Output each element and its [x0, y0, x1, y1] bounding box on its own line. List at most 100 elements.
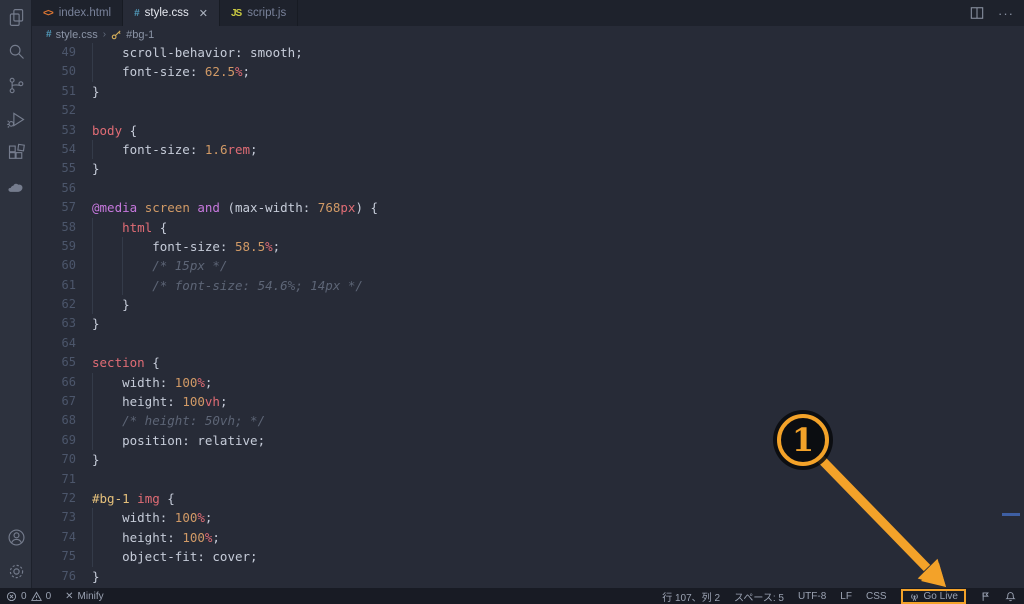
editor-actions: ··· [970, 0, 1014, 26]
source-control-icon[interactable] [0, 68, 32, 102]
line-number[interactable]: 69 [32, 431, 76, 450]
line-number[interactable]: 49 [32, 43, 76, 62]
code-line[interactable]: 60 /* 15px */ [32, 256, 1024, 275]
breadcrumb-symbol[interactable]: #bg-1 [111, 29, 154, 41]
more-actions-icon[interactable]: ··· [998, 6, 1014, 21]
line-number[interactable]: 70 [32, 450, 76, 469]
line-number[interactable]: 56 [32, 179, 76, 198]
status-feedback[interactable] [980, 591, 991, 602]
code-line[interactable]: 64 [32, 334, 1024, 353]
tab-label: index.html [59, 7, 111, 19]
line-number[interactable]: 62 [32, 295, 76, 314]
code-line[interactable]: 73 width: 100%; [32, 508, 1024, 527]
code-line[interactable]: 49 scroll-behavior: smooth; [32, 43, 1024, 62]
line-number[interactable]: 61 [32, 276, 76, 295]
code-line[interactable]: 72#bg-1 img { [32, 489, 1024, 508]
code-text: font-size: 62.5%; [92, 62, 250, 81]
status-minify[interactable]: ✕Minify [65, 591, 104, 602]
run-debug-icon[interactable] [0, 102, 32, 136]
status-cursor-position[interactable]: 行 107、列 2 [662, 589, 720, 604]
line-number[interactable]: 71 [32, 470, 76, 489]
code-line[interactable]: 77 [32, 586, 1024, 588]
status-notifications[interactable] [1005, 591, 1016, 602]
explorer-icon[interactable] [0, 0, 32, 34]
search-icon[interactable] [0, 34, 32, 68]
line-number[interactable]: 73 [32, 508, 76, 527]
status-eol[interactable]: LF [840, 591, 852, 602]
tab-style.css[interactable]: #style.css✕ [123, 0, 220, 26]
code-line[interactable]: 51} [32, 82, 1024, 101]
code-line[interactable]: 68 /* height: 50vh; */ [32, 411, 1024, 430]
indent-guide [92, 411, 93, 430]
line-number[interactable]: 64 [32, 334, 76, 353]
status-language-mode[interactable]: CSS [866, 591, 887, 602]
docker-icon[interactable] [0, 170, 32, 204]
code-line[interactable]: 53body { [32, 121, 1024, 140]
status-text: Minify [78, 591, 104, 602]
error-icon [6, 591, 17, 602]
code-line[interactable]: 75 object-fit: cover; [32, 547, 1024, 566]
code-line[interactable]: 69 position: relative; [32, 431, 1024, 450]
indent-guide [122, 276, 123, 295]
tab-script.js[interactable]: JSscript.js [220, 0, 298, 26]
status-encoding[interactable]: UTF-8 [798, 591, 826, 602]
status-label: UTF-8 [798, 591, 826, 602]
settings-gear-icon[interactable] [0, 554, 32, 588]
code-line[interactable]: 52 [32, 101, 1024, 120]
line-number[interactable]: 68 [32, 411, 76, 430]
line-number[interactable]: 66 [32, 373, 76, 392]
status-problems[interactable]: 00 [6, 591, 51, 602]
line-number[interactable]: 77 [32, 586, 76, 588]
split-editor-icon[interactable] [970, 6, 984, 20]
indent-guide [92, 140, 93, 159]
code-line[interactable]: 61 /* font-size: 54.6%; 14px */ [32, 276, 1024, 295]
code-line[interactable]: 71 [32, 470, 1024, 489]
line-number[interactable]: 72 [32, 489, 76, 508]
line-number[interactable]: 76 [32, 567, 76, 586]
line-number[interactable]: 57 [32, 198, 76, 217]
indent-guide [122, 256, 123, 275]
code-line[interactable]: 70} [32, 450, 1024, 469]
close-tab-icon[interactable]: ✕ [199, 7, 208, 20]
code-text: position: relative; [92, 431, 265, 450]
code-line[interactable]: 67 height: 100vh; [32, 392, 1024, 411]
code-line[interactable]: 62 } [32, 295, 1024, 314]
line-number[interactable]: 63 [32, 314, 76, 333]
code-line[interactable]: 74 height: 100%; [32, 528, 1024, 547]
code-line[interactable]: 66 width: 100%; [32, 373, 1024, 392]
code-line[interactable]: 58 html { [32, 218, 1024, 237]
line-number[interactable]: 75 [32, 547, 76, 566]
code-line[interactable]: 56 [32, 179, 1024, 198]
status-label: LF [840, 591, 852, 602]
code-line[interactable]: 59 font-size: 58.5%; [32, 237, 1024, 256]
status-go-live[interactable]: Go Live [901, 589, 966, 604]
line-number[interactable]: 60 [32, 256, 76, 275]
code-line[interactable]: 65section { [32, 353, 1024, 372]
line-number[interactable]: 51 [32, 82, 76, 101]
account-icon[interactable] [0, 520, 32, 554]
code-line[interactable]: 63} [32, 314, 1024, 333]
breadcrumb-file[interactable]: # style.css [46, 29, 98, 41]
code-line[interactable]: 76} [32, 567, 1024, 586]
tab-label: script.js [247, 7, 286, 19]
line-number[interactable]: 74 [32, 528, 76, 547]
line-number[interactable]: 55 [32, 159, 76, 178]
code-line[interactable]: 50 font-size: 62.5%; [32, 62, 1024, 81]
extensions-icon[interactable] [0, 136, 32, 170]
line-number[interactable]: 59 [32, 237, 76, 256]
code-line[interactable]: 57@media screen and (max-width: 768px) { [32, 198, 1024, 217]
code-editor[interactable]: 49 scroll-behavior: smooth;50 font-size:… [32, 43, 1024, 588]
annotation-step-1-badge: 1 [777, 414, 829, 466]
line-number[interactable]: 58 [32, 218, 76, 237]
line-number[interactable]: 67 [32, 392, 76, 411]
status-indentation[interactable]: スペース: 5 [734, 589, 784, 604]
line-number[interactable]: 52 [32, 101, 76, 120]
tab-index.html[interactable]: <>index.html [32, 0, 123, 26]
line-number[interactable]: 65 [32, 353, 76, 372]
line-number[interactable]: 53 [32, 121, 76, 140]
breadcrumb-separator-icon: › [103, 29, 106, 40]
line-number[interactable]: 50 [32, 62, 76, 81]
code-line[interactable]: 55} [32, 159, 1024, 178]
line-number[interactable]: 54 [32, 140, 76, 159]
code-line[interactable]: 54 font-size: 1.6rem; [32, 140, 1024, 159]
